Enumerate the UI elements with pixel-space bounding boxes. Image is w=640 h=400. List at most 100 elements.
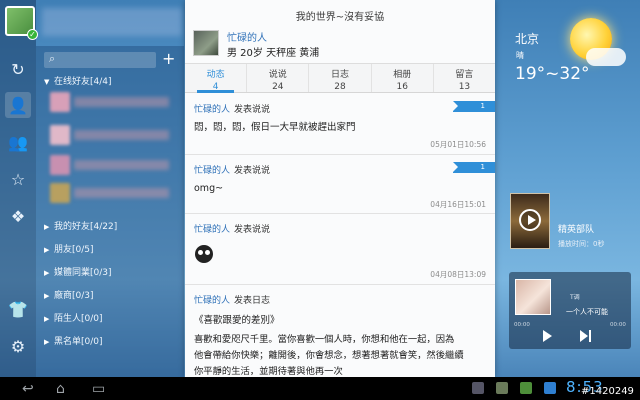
post-header: 忙碌的人 发表说说 xyxy=(194,222,270,235)
recent-refresh-icon[interactable]: ↻ xyxy=(5,56,31,82)
group-label: 陌生人[0/0] xyxy=(54,314,103,324)
comment-count-badge: 1 xyxy=(453,101,495,112)
feed-post[interactable]: 忙碌的人 发表说说 04月08日13:09 xyxy=(185,215,495,285)
music-next-icon[interactable] xyxy=(580,330,594,342)
profile-avatar[interactable] xyxy=(193,30,219,56)
tab-messages[interactable]: 留言 13 xyxy=(434,64,495,92)
group-blacklist[interactable]: ▶ 黑名单[0/0] xyxy=(44,334,103,347)
post-action: 发表说说 xyxy=(234,225,271,235)
gallery-icon[interactable] xyxy=(472,382,484,394)
album-cover[interactable] xyxy=(515,279,551,315)
blurred-nickname xyxy=(42,8,182,36)
tab-count: 16 xyxy=(396,82,408,92)
skin-shirt-icon[interactable]: 👕 xyxy=(5,296,31,322)
post-body: omg~ xyxy=(194,183,224,194)
tab-label: 日志 xyxy=(331,70,350,80)
post-time: 04月16日15:01 xyxy=(430,200,486,209)
contacts-icon[interactable]: 👤 xyxy=(5,92,31,118)
post-author[interactable]: 忙碌的人 xyxy=(194,225,230,235)
post-time: 04月08日13:09 xyxy=(430,270,486,279)
group-media[interactable]: ▶ 媒體同業[0/3] xyxy=(44,265,112,278)
group-label: 黑名单[0/0] xyxy=(54,337,103,347)
feed-post[interactable]: 忙碌的人 发表说说 1 omg~ 04月16日15:01 xyxy=(185,156,495,214)
tab-status[interactable]: 说说 24 xyxy=(247,64,310,92)
tab-label: 说说 xyxy=(268,70,287,80)
feed-post[interactable]: 忙碌的人 发表日志 《喜歡跟愛的差別》 喜歡和愛咫尺千里。當你喜歡一個人時，你想和… xyxy=(185,286,495,377)
video-play-time: 播放时间：0秒 xyxy=(558,240,605,248)
group-label: 在线好友[4/4] xyxy=(54,77,112,87)
group-strangers[interactable]: ▶ 陌生人[0/0] xyxy=(44,311,103,324)
group-vendors[interactable]: ▶ 廠商[0/3] xyxy=(44,288,94,301)
qq-icon[interactable] xyxy=(544,382,556,394)
add-friend-button[interactable]: + xyxy=(162,49,175,68)
friend-item[interactable] xyxy=(50,183,178,205)
video-title: 精英部队 xyxy=(558,225,595,235)
groups-icon[interactable]: 👥 xyxy=(5,129,31,155)
music-play-icon[interactable] xyxy=(543,330,552,342)
tab-count: 28 xyxy=(334,82,346,92)
post-body: 悶，悶，悶，假日一大早就被趕出家門 xyxy=(194,122,356,133)
tab-count: 24 xyxy=(272,82,284,92)
tab-label: 留言 xyxy=(455,70,474,80)
watermark-text: #1420249 xyxy=(581,386,634,397)
profile-name[interactable]: 忙碌的人 xyxy=(227,29,267,44)
post-header: 忙碌的人 发表说说 xyxy=(194,102,270,115)
tab-blog[interactable]: 日志 28 xyxy=(309,64,372,92)
friend-search-input[interactable] xyxy=(44,52,156,68)
post-time: 05月01日10:56 xyxy=(430,140,486,149)
feed-post[interactable]: 忙碌的人 发表说说 1 悶，悶，悶，假日一大早就被趕出家門 05月01日10:56 xyxy=(185,95,495,155)
favorites-star-icon[interactable]: ☆ xyxy=(5,166,31,192)
post-action: 发表日志 xyxy=(234,296,271,306)
online-check-icon: ✓ xyxy=(27,29,38,40)
group-label: 廠商[0/3] xyxy=(54,291,94,301)
comment-count-badge: 1 xyxy=(453,162,495,173)
tab-album[interactable]: 相册 16 xyxy=(372,64,434,92)
profile-panel: 我的世界~沒有妥協 忙碌的人 男 20岁 天秤座 黄浦 动态 4 说说 24 日志 2… xyxy=(185,0,495,377)
friend-item[interactable] xyxy=(50,92,178,114)
owl-emoticon-icon xyxy=(195,245,213,263)
post-author[interactable]: 忙碌的人 xyxy=(194,296,230,306)
notification-icon[interactable] xyxy=(496,382,508,394)
home-icon[interactable]: ⌂ xyxy=(56,377,65,400)
post-action: 发表说说 xyxy=(234,105,271,115)
friend-item[interactable] xyxy=(50,125,178,147)
weather-city[interactable]: 北京 xyxy=(515,30,539,47)
search-icon: ⌕ xyxy=(49,52,56,65)
group-online-friends[interactable]: ▼ 在线好友[4/4] xyxy=(44,74,112,87)
weather-temperature: 19°~32° xyxy=(515,64,590,84)
group-label: 我的好友[4/22] xyxy=(54,222,118,232)
tab-label: 相册 xyxy=(393,70,412,80)
tab-count: 13 xyxy=(458,82,471,92)
music-subtitle: 一个人不可能 xyxy=(566,308,608,316)
calendar-icon[interactable] xyxy=(520,382,532,394)
cloud-icon xyxy=(586,48,626,66)
group-my-friends[interactable]: ▶ 我的好友[4/22] xyxy=(44,219,117,232)
post-author[interactable]: 忙碌的人 xyxy=(194,105,230,115)
profile-info: 男 20岁 天秤座 黄浦 xyxy=(227,48,320,59)
blog-excerpt: 你平靜的生活，並期待著與他再一次 xyxy=(194,366,343,377)
post-author[interactable]: 忙碌的人 xyxy=(194,166,230,176)
music-elapsed: 00:00 xyxy=(514,322,530,328)
recent-apps-icon[interactable]: ▭ xyxy=(92,377,105,400)
blog-excerpt: 喜歡和愛咫尺千里。當你喜歡一個人時，你想和他在一起，因為 xyxy=(194,334,455,345)
panel-title: 我的世界~沒有妥協 xyxy=(295,12,385,23)
group-label: 朋友[0/5] xyxy=(54,245,94,255)
tab-label: 动态 xyxy=(206,70,225,80)
apps-diamond-icon[interactable]: ❖ xyxy=(5,203,31,229)
blog-excerpt: 他會帶給你快樂；離開後，你會想念，想著想著就會笑，然後繼續 xyxy=(194,350,464,361)
blog-title: 《喜歡跟愛的差別》 xyxy=(194,315,280,326)
music-duration: 00:00 xyxy=(610,322,626,328)
tab-feed[interactable]: 动态 4 xyxy=(185,64,248,93)
weather-condition: 晴 xyxy=(516,51,524,60)
group-friends[interactable]: ▶ 朋友[0/5] xyxy=(44,242,94,255)
profile-tabs: 动态 4 说说 24 日志 28 相册 16 留言 13 xyxy=(185,63,495,93)
post-header: 忙碌的人 发表说说 xyxy=(194,163,270,176)
post-action: 发表说说 xyxy=(234,166,271,176)
friend-item[interactable] xyxy=(50,155,178,177)
music-title: T调 xyxy=(570,294,580,301)
post-header: 忙碌的人 发表日志 xyxy=(194,293,270,306)
back-icon[interactable]: ↩ xyxy=(22,377,34,400)
tab-count: 4 xyxy=(212,82,219,92)
video-play-icon[interactable] xyxy=(519,209,541,231)
settings-gear-icon[interactable]: ⚙ xyxy=(5,333,31,359)
